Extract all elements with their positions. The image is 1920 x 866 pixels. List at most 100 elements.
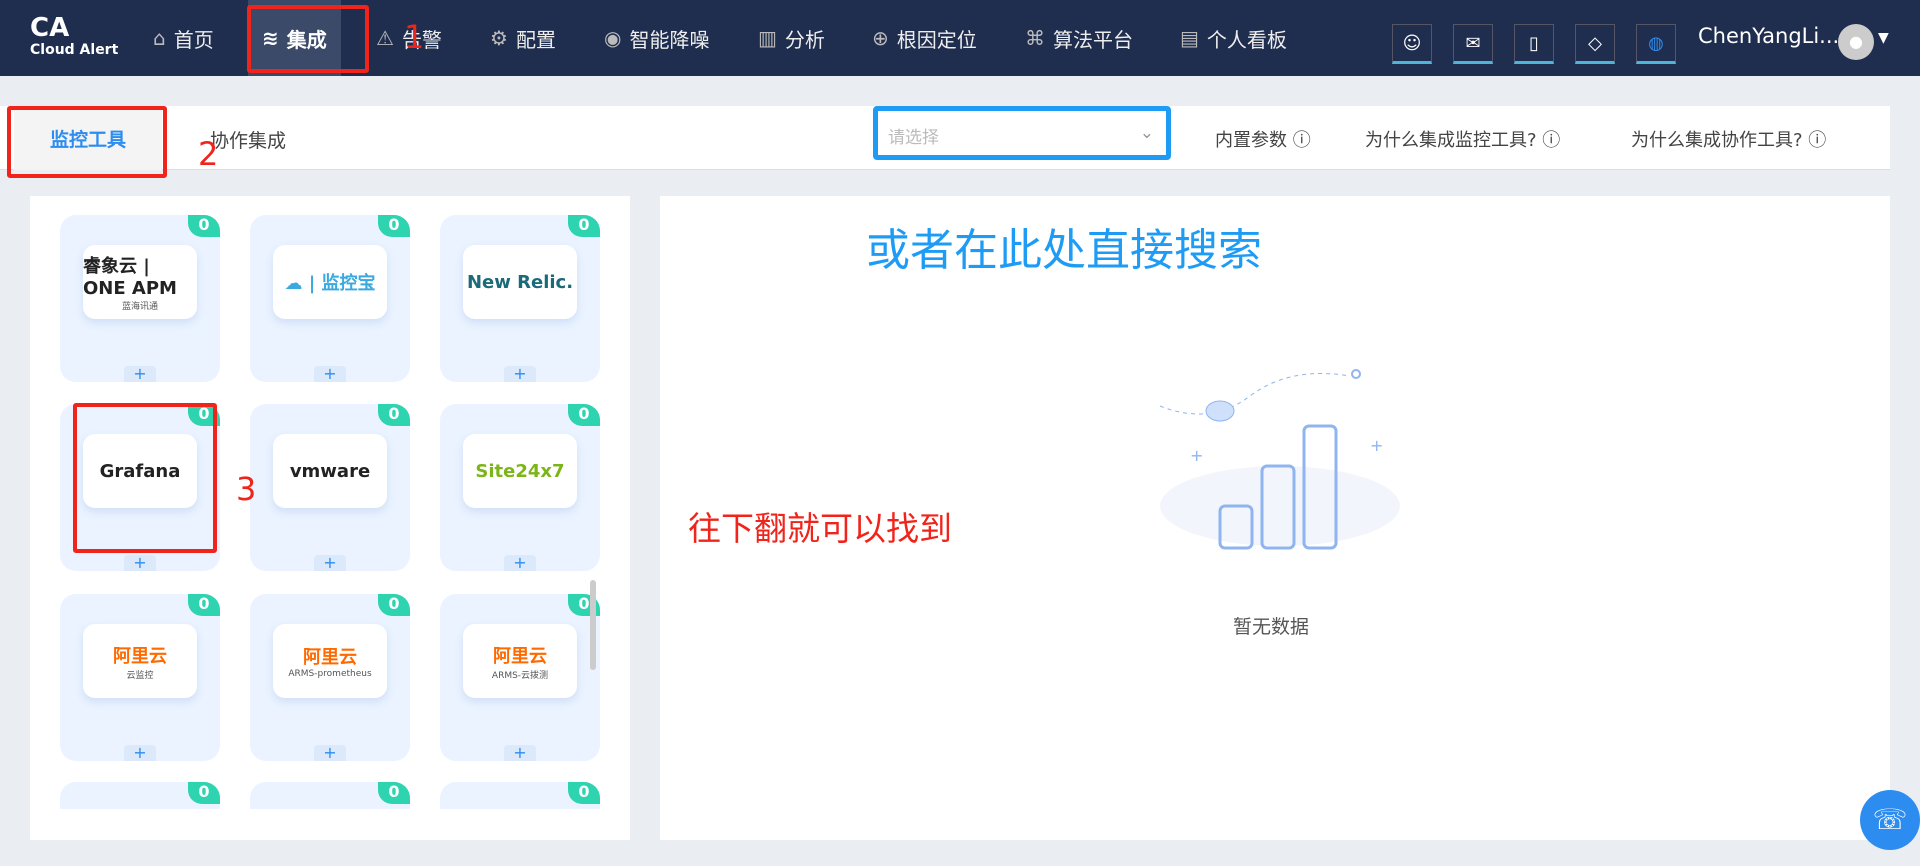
logo-text: vmware	[289, 460, 371, 482]
username[interactable]: ChenYangLi...	[1698, 24, 1839, 48]
nav-algorithm[interactable]: ⌘ 算法平台	[1025, 0, 1133, 76]
algorithm-icon: ⌘	[1025, 26, 1045, 50]
headset-icon: ☺	[1402, 32, 1422, 54]
chevron-down-icon: ⌄	[1139, 123, 1154, 143]
gear-icon: ⚙	[490, 26, 508, 50]
logo-text: New Relic.	[466, 271, 574, 293]
add-button[interactable]: +	[314, 555, 346, 571]
logo[interactable]: CA Cloud Alert	[30, 14, 118, 58]
logo-text: 阿里云	[493, 645, 547, 667]
chevron-down-icon[interactable]: ▼	[1878, 30, 1889, 46]
logo-subtext: ARMS-云拨测	[491, 670, 549, 681]
integration-card[interactable]: 0 New Relic. +	[440, 215, 600, 382]
avatar[interactable]: ●	[1838, 24, 1874, 60]
help-why-collab[interactable]: 为什么集成协作工具? ⓘ	[1631, 126, 1826, 152]
integration-card[interactable]: 0	[250, 782, 410, 809]
nav-label: 个人看板	[1206, 27, 1287, 52]
add-button[interactable]: +	[504, 366, 536, 382]
select-placeholder: 请选择	[888, 128, 939, 148]
empty-illustration: ++	[1159, 369, 1400, 550]
mail-icon: ✉	[1465, 32, 1481, 54]
integration-logo: Site24x7	[463, 434, 577, 508]
alarm-icon: ⚠	[376, 26, 394, 50]
target-icon: ⊕	[872, 26, 889, 50]
integration-card[interactable]: 0 阿里云 云监控 +	[60, 594, 220, 761]
globe-button[interactable]: ◍	[1636, 24, 1676, 64]
integration-card[interactable]: 0 vmware +	[250, 404, 410, 571]
add-button[interactable]: +	[504, 555, 536, 571]
integration-card[interactable]: 0	[60, 782, 220, 809]
integration-card[interactable]: 0 Site24x7 +	[440, 404, 600, 571]
integration-logo: vmware	[273, 434, 387, 508]
diamond-icon: ◇	[1588, 32, 1602, 54]
nav-dashboard[interactable]: ▤ 个人看板	[1180, 0, 1287, 76]
help-why-monitor[interactable]: 为什么集成监控工具? ⓘ	[1365, 126, 1560, 152]
nav-label: 配置	[515, 27, 556, 52]
docs-button[interactable]: ▯	[1514, 24, 1554, 64]
integration-card[interactable]: 0 阿里云 ARMS-云拨测 +	[440, 594, 600, 761]
count-badge: 0	[378, 215, 410, 237]
integration-card[interactable]: 0 睿象云 | ONE APM 蓝海讯通 +	[60, 215, 220, 382]
count-badge: 0	[188, 782, 220, 804]
add-button[interactable]: +	[314, 745, 346, 761]
nav-label: 首页	[173, 27, 214, 52]
nav-label: 算法平台	[1053, 27, 1133, 52]
chart-icon: ▥	[758, 26, 777, 50]
logo-subtext: 云监控	[126, 670, 154, 681]
add-button[interactable]: +	[124, 745, 156, 761]
annotation-search-hint: 或者在此处直接搜索	[866, 225, 1262, 276]
count-badge: 0	[378, 404, 410, 426]
book-icon: ▯	[1529, 32, 1539, 54]
count-badge: 0	[568, 215, 600, 237]
support-button[interactable]: ☺	[1392, 24, 1432, 64]
nav-root-cause[interactable]: ⊕ 根因定位	[872, 0, 977, 76]
annotation-number-1: 1	[404, 18, 425, 56]
annotation-box-3	[73, 403, 217, 553]
count-badge: 0	[568, 782, 600, 804]
nav-label: 分析	[784, 27, 825, 52]
chat-support-button[interactable]: ☏	[1860, 790, 1920, 850]
count-badge: 0	[188, 215, 220, 237]
count-badge: 0	[378, 782, 410, 804]
home-icon: ⌂	[153, 26, 166, 50]
globe-icon: ◍	[1648, 32, 1664, 54]
annotation-scroll-hint: 往下翻就可以找到	[688, 509, 952, 548]
scrollbar[interactable]	[590, 580, 596, 670]
logo-text: Site24x7	[475, 460, 565, 482]
messages-button[interactable]: ✉	[1453, 24, 1493, 64]
count-badge: 0	[568, 404, 600, 426]
integration-card[interactable]: 0	[440, 782, 600, 809]
integration-card[interactable]: 0 阿里云 ARMS-prometheus +	[250, 594, 410, 761]
integration-logo: 睿象云 | ONE APM 蓝海讯通	[83, 245, 197, 319]
dashboard-icon: ▤	[1180, 26, 1199, 50]
logo-subtitle: Cloud Alert	[30, 42, 119, 58]
annotation-box-2	[7, 106, 167, 178]
logo-text: 睿象云 | ONE APM	[83, 256, 177, 299]
nav-config[interactable]: ⚙ 配置	[490, 0, 556, 76]
nav-label: 根因定位	[896, 27, 977, 52]
info-icon: ⓘ	[1808, 130, 1827, 151]
annotation-box-1	[247, 5, 369, 73]
nav-noise-reduction[interactable]: ◉ 智能降噪	[604, 0, 709, 76]
empty-text: 暂无数据	[1233, 616, 1310, 638]
add-button[interactable]: +	[314, 366, 346, 382]
nav-home[interactable]: ⌂ 首页	[153, 0, 214, 76]
add-button[interactable]: +	[124, 555, 156, 571]
svg-text:+: +	[1190, 446, 1203, 465]
annotation-number-3: 3	[236, 470, 257, 508]
headset-icon: ☏	[1872, 803, 1908, 836]
add-button[interactable]: +	[504, 745, 536, 761]
logo-text: 阿里云	[303, 647, 357, 668]
nav-analysis[interactable]: ▥ 分析	[758, 0, 825, 76]
count-badge: 0	[378, 594, 410, 616]
help-builtin-params[interactable]: 内置参数 ⓘ	[1215, 126, 1311, 152]
add-button[interactable]: +	[124, 366, 156, 382]
tab-collab-integration[interactable]: 协作集成	[210, 126, 286, 153]
sound-icon: ◉	[604, 26, 622, 50]
annotation-number-2: 2	[198, 135, 219, 173]
search-select[interactable]: 请选择 ⌄	[873, 106, 1171, 160]
integration-card[interactable]: 0 ☁ | 监控宝 +	[250, 215, 410, 382]
integration-logo: 阿里云 ARMS-prometheus	[273, 624, 387, 698]
vip-button[interactable]: ◇	[1575, 24, 1615, 64]
count-badge: 0	[188, 594, 220, 616]
